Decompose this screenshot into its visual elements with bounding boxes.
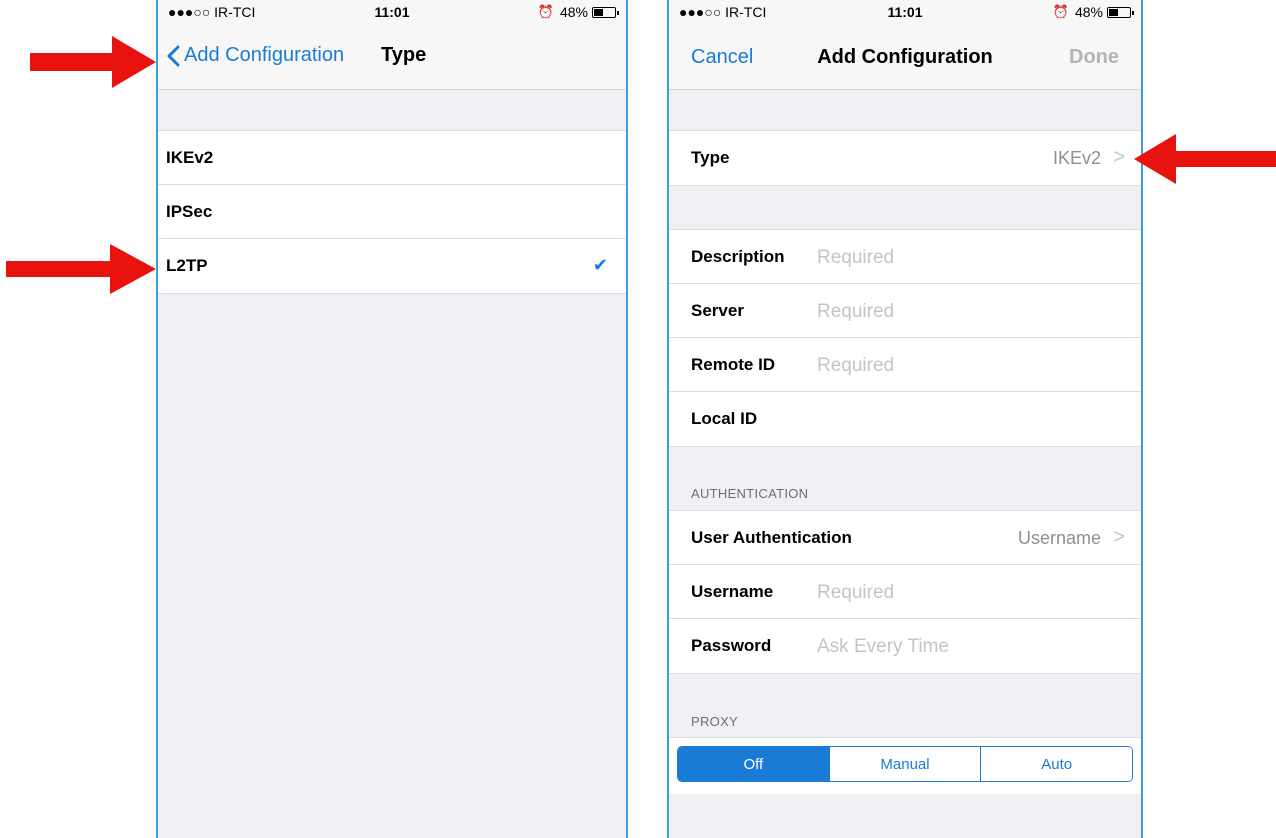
type-label: Type <box>691 148 730 167</box>
battery-percent: 48% <box>559 4 588 20</box>
back-button[interactable]: Add Configuration <box>166 44 344 67</box>
username-row[interactable]: Username Required <box>669 565 1141 619</box>
proxy-off-segment[interactable]: Off <box>678 747 829 781</box>
chevron-right-icon: > <box>1113 526 1125 548</box>
cancel-button[interactable]: Cancel <box>691 46 753 69</box>
chevron-left-icon <box>167 45 180 66</box>
type-row[interactable]: Type IKEv2 > <box>669 131 1141 185</box>
remote-id-field[interactable]: Required <box>817 355 894 377</box>
proxy-manual-segment[interactable]: Manual <box>828 747 981 781</box>
type-option-ipsec[interactable]: IPSec <box>158 185 626 239</box>
proxy-segmented-control: Off Manual Auto <box>677 746 1133 782</box>
type-group: Type IKEv2 > <box>669 130 1141 186</box>
server-label: Server <box>691 301 744 320</box>
alarm-icon: ⏰ <box>537 4 554 19</box>
done-button[interactable]: Done <box>1069 46 1119 69</box>
authentication-group: User Authentication Username > Username … <box>669 510 1141 674</box>
server-fields-group: Description Required Server Required Rem… <box>669 229 1141 447</box>
remote-id-row[interactable]: Remote ID Required <box>669 338 1141 392</box>
right-screen: ●●●○○ IR-TCI 11:01 ⏰ 48% Add Configurati… <box>667 0 1143 838</box>
arrow-left-icon <box>1134 134 1276 184</box>
user-authentication-value: Username <box>1017 528 1101 548</box>
server-field[interactable]: Required <box>817 301 894 323</box>
proxy-auto-segment[interactable]: Auto <box>980 747 1132 781</box>
authentication-header: AUTHENTICATION <box>691 486 809 501</box>
type-value: IKEv2 <box>1052 148 1101 168</box>
remote-id-label: Remote ID <box>691 355 776 374</box>
battery-icon <box>592 6 619 18</box>
type-option-l2tp[interactable]: L2TP ✔ <box>158 239 626 293</box>
status-bar: ●●●○○ IR-TCI 11:01 ⏰ 48% <box>158 0 626 24</box>
user-authentication-row[interactable]: User Authentication Username > <box>669 511 1141 565</box>
username-field[interactable]: Required <box>817 582 894 604</box>
alarm-icon: ⏰ <box>1052 4 1069 19</box>
user-authentication-label: User Authentication <box>691 528 852 547</box>
description-field[interactable]: Required <box>817 247 894 269</box>
arrow-right-icon <box>30 36 156 88</box>
option-label: IKEv2 <box>166 148 214 167</box>
local-id-label: Local ID <box>691 409 758 428</box>
server-row[interactable]: Server Required <box>669 284 1141 338</box>
local-id-row[interactable]: Local ID <box>669 392 1141 446</box>
proxy-header: PROXY <box>691 714 739 729</box>
description-label: Description <box>691 247 785 266</box>
battery-percent: 48% <box>1074 4 1103 20</box>
page-title: Type <box>381 44 427 66</box>
chevron-right-icon: > <box>1113 146 1125 168</box>
password-field[interactable]: Ask Every Time <box>817 636 949 658</box>
description-row[interactable]: Description Required <box>669 230 1141 284</box>
type-option-ikev2[interactable]: IKEv2 <box>158 131 626 185</box>
arrow-right-icon <box>6 244 156 294</box>
left-screen: ●●●○○ IR-TCI 11:01 ⏰ 48% Add Configurati… <box>156 0 628 838</box>
back-label: Add Configuration <box>184 44 345 66</box>
option-label: IPSec <box>166 202 213 221</box>
nav-bar: Add Configuration Cancel Done <box>669 24 1141 90</box>
battery-icon <box>1107 6 1134 18</box>
proxy-group: Off Manual Auto <box>669 737 1141 794</box>
password-row[interactable]: Password Ask Every Time <box>669 619 1141 673</box>
status-bar: ●●●○○ IR-TCI 11:01 ⏰ 48% <box>669 0 1141 24</box>
type-options-list: IKEv2 IPSec L2TP ✔ <box>158 130 626 294</box>
password-label: Password <box>691 636 772 655</box>
username-label: Username <box>691 582 774 601</box>
nav-bar: Add Configuration Type <box>158 24 626 90</box>
option-label: L2TP <box>166 256 208 275</box>
checkmark-icon: ✔ <box>592 255 608 275</box>
